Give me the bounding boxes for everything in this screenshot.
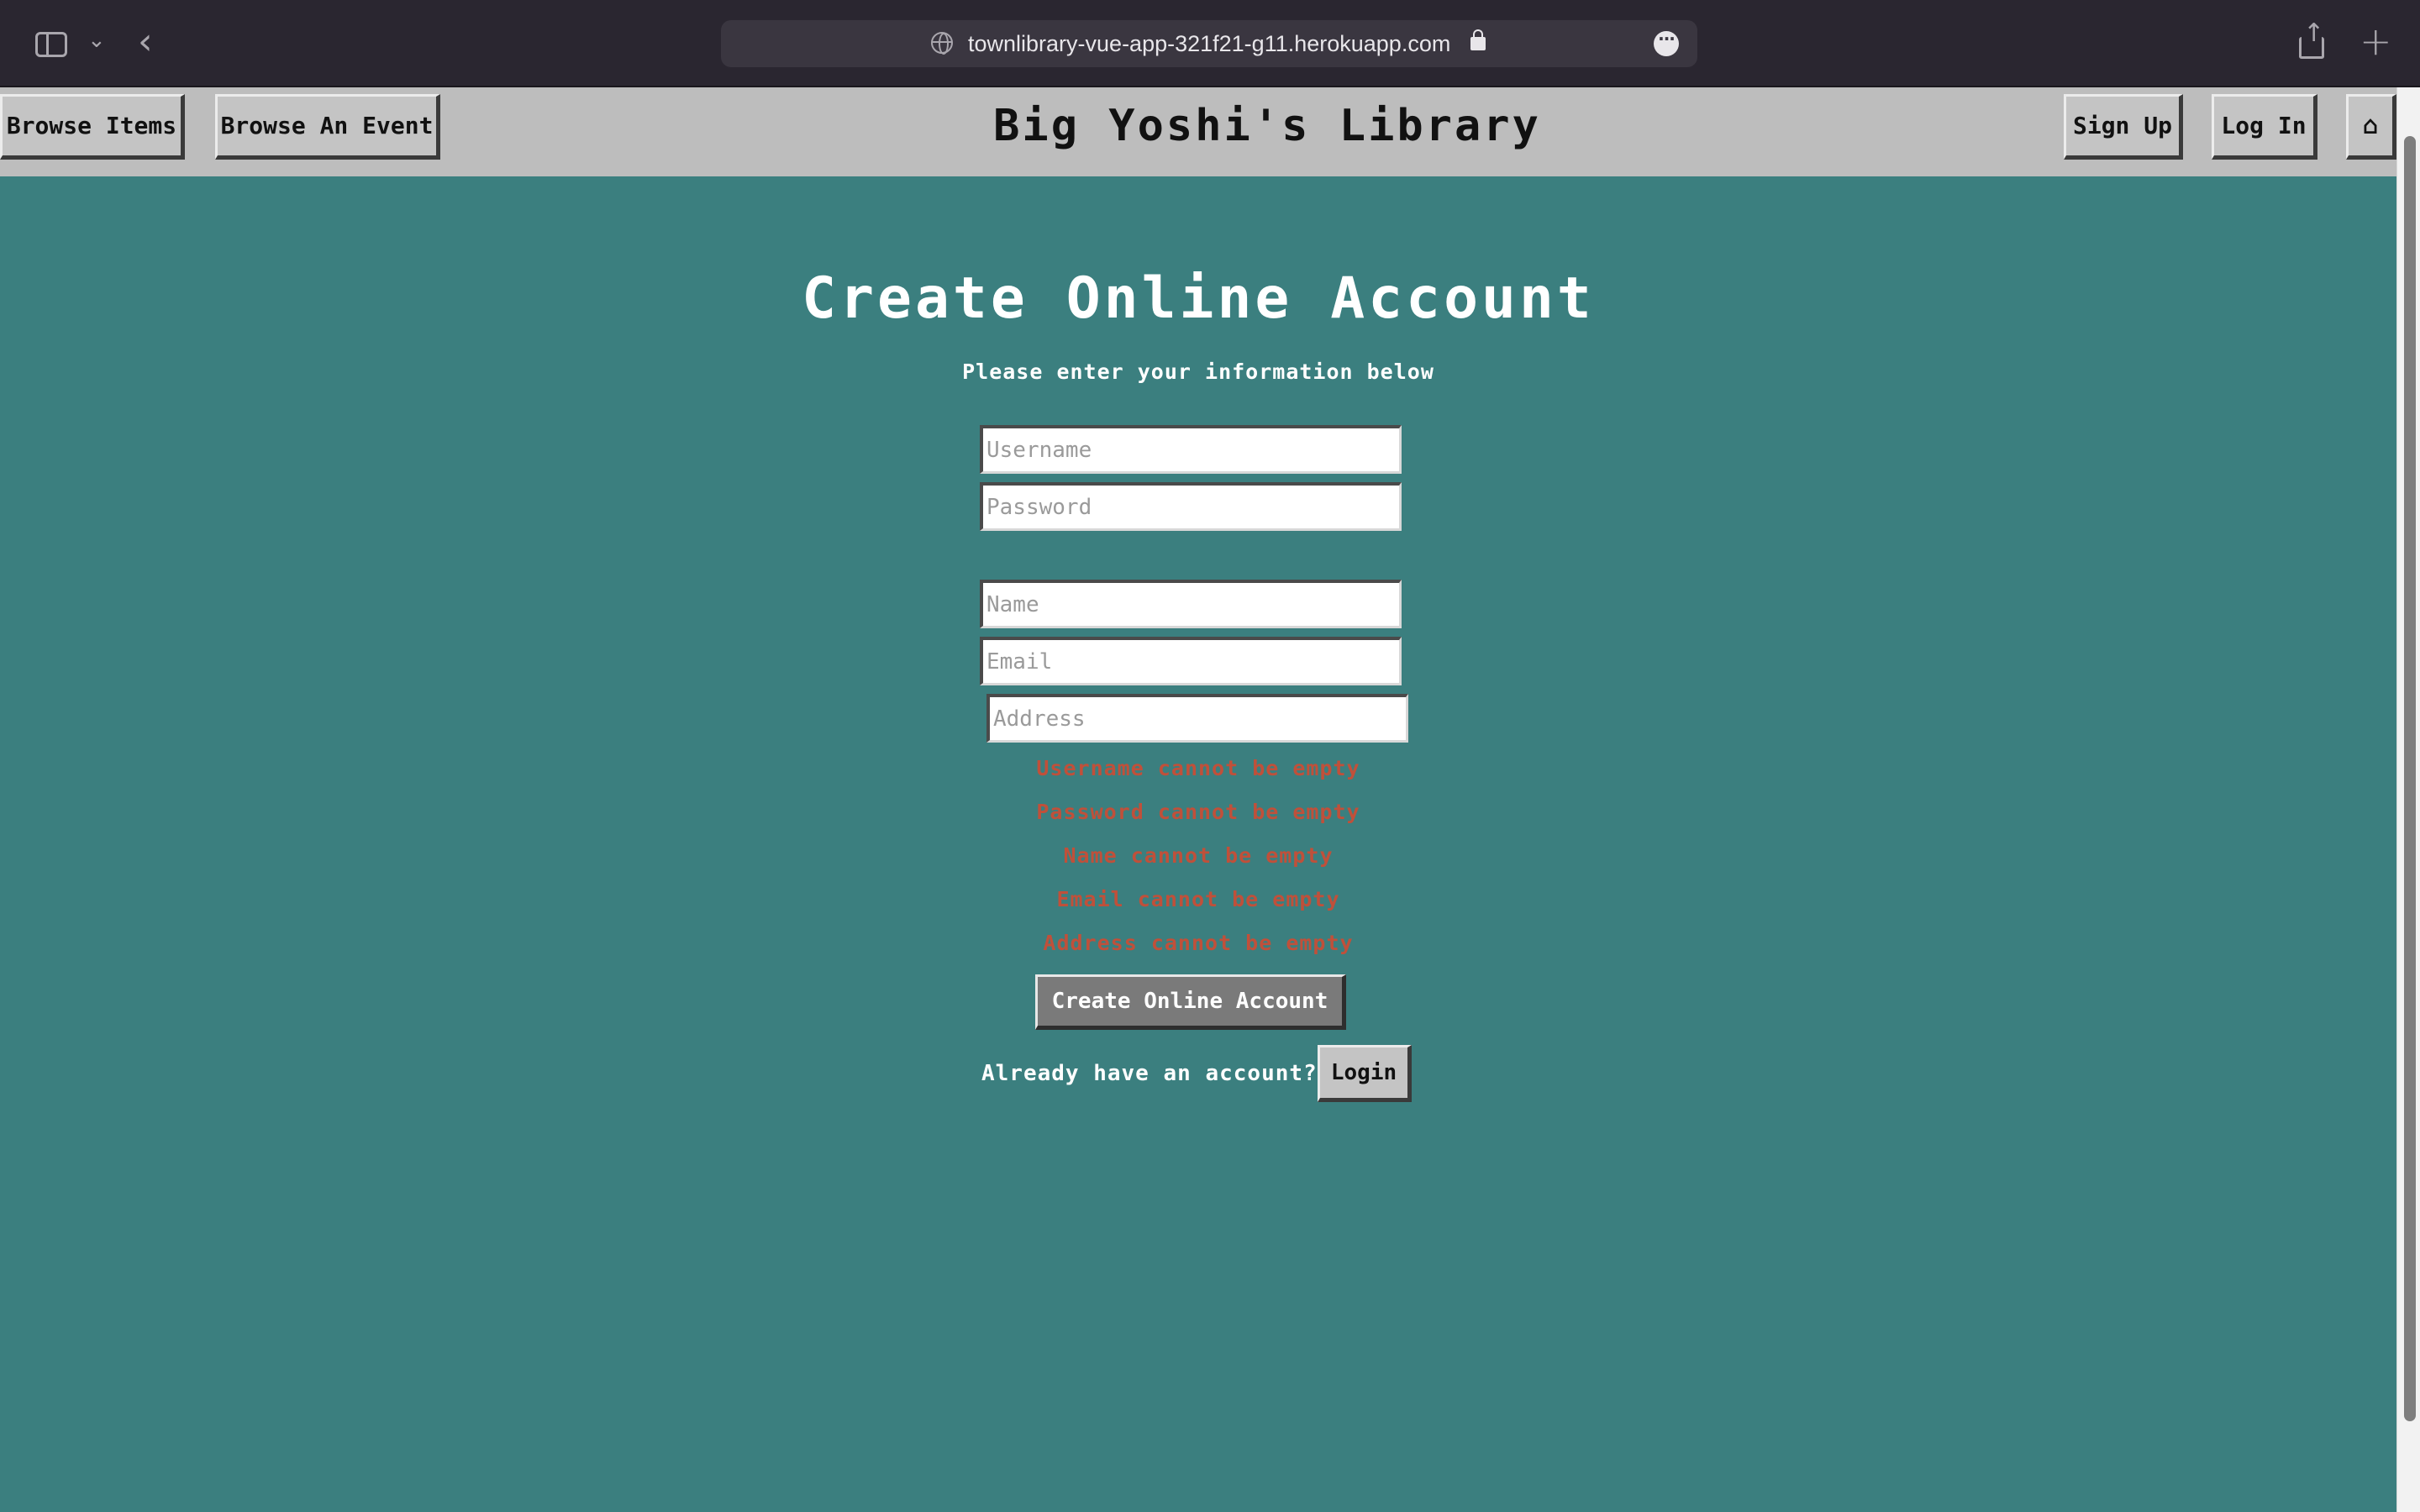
share-icon[interactable] [2299,18,2324,59]
globe-icon [931,32,953,55]
error-email: Email cannot be empty [1056,887,1340,911]
login-prompt: Already have an account? [981,1061,1318,1086]
back-arrow-icon[interactable]: ‹ [138,24,153,60]
password-input[interactable] [980,482,1402,531]
sidebar-icon[interactable] [35,32,67,57]
login-button[interactable]: Login [1318,1045,1412,1102]
username-input[interactable] [980,425,1402,474]
address-input[interactable] [986,694,1408,743]
error-name: Name cannot be empty [1063,843,1334,868]
more-icon[interactable]: ··· [1654,30,1679,56]
scrollbar[interactable] [2396,87,2420,1512]
page-title: Create Online Account [802,265,1595,332]
lock-icon [1470,29,1486,50]
error-password: Password cannot be empty [1036,800,1360,824]
create-account-button[interactable]: Create Online Account [1035,974,1346,1030]
home-icon: ⌂ [2362,111,2379,140]
name-input[interactable] [980,580,1402,628]
site-title: Big Yoshi's Library [993,101,1541,151]
error-username: Username cannot be empty [1036,756,1360,780]
plus-icon[interactable]: + [2360,20,2392,62]
address-bar[interactable]: townlibrary-vue-app-321f21-g11.herokuapp… [721,20,1697,67]
log-in-button[interactable]: Log In [2212,94,2317,160]
page-subtitle: Please enter your information below [962,360,1434,384]
home-button[interactable]: ⌂ [2346,94,2396,160]
chevron-down-icon[interactable]: ⌄ [87,29,106,51]
error-address: Address cannot be empty [1043,931,1354,955]
email-input[interactable] [980,637,1402,685]
scrollbar-thumb[interactable] [2404,136,2416,1421]
sign-up-button[interactable]: Sign Up [2064,94,2183,160]
site-header: Browse Items Browse An Event Big Yoshi's… [0,87,2396,176]
browser-toolbar: ⌄ ‹ townlibrary-vue-app-321f21-g11.herok… [0,0,2420,87]
url-text[interactable]: townlibrary-vue-app-321f21-g11.herokuapp… [968,20,1450,67]
